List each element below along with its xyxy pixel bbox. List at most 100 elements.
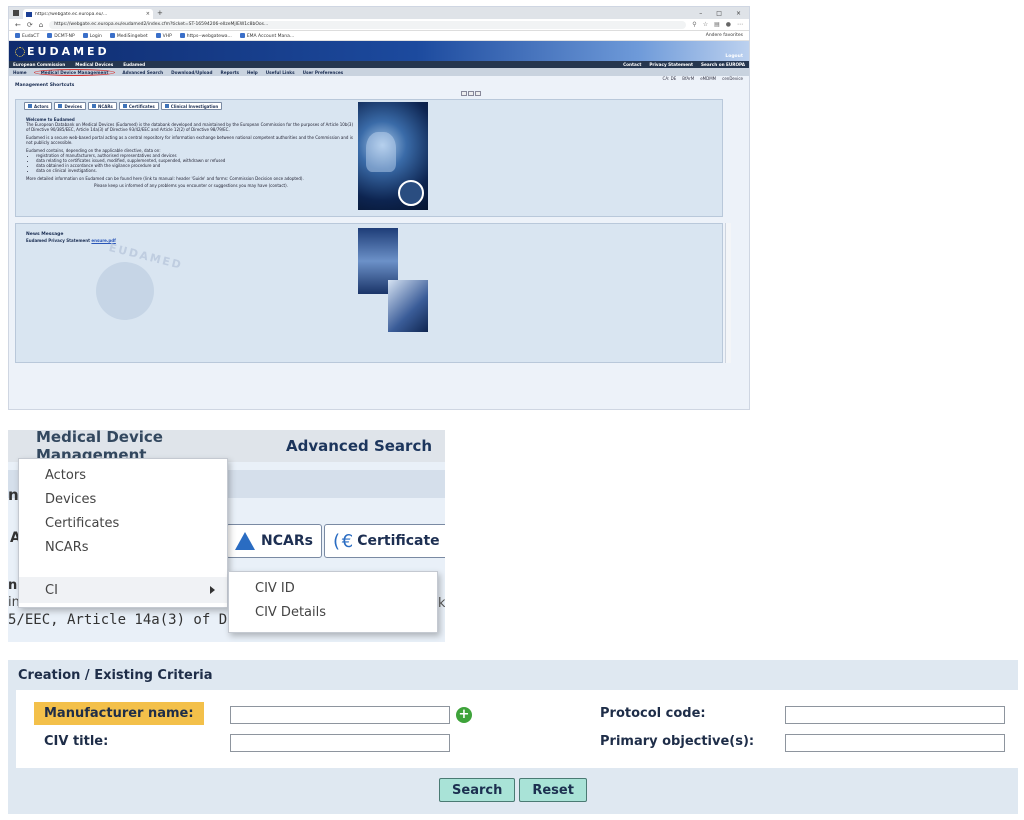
url-field[interactable]: https://webgate.ec.europa.eu/eudamed2/in… <box>49 20 687 29</box>
menu-item-civ-details[interactable]: CIV Details <box>229 600 437 624</box>
search-button[interactable]: Search <box>439 778 516 802</box>
civ-title-input[interactable] <box>230 734 450 752</box>
eudamed-logo: EUDAMED <box>15 45 110 58</box>
window-controls: – □ × <box>699 10 749 17</box>
news-title: News Message <box>26 232 64 237</box>
print-icon[interactable] <box>461 91 467 96</box>
shortcut-ncars-button[interactable]: NCARs <box>87 102 117 110</box>
close-window-icon[interactable]: × <box>736 10 741 17</box>
privacy-link[interactable]: Privacy Statement <box>649 62 693 67</box>
export-icon[interactable] <box>468 91 474 96</box>
menu-european-commission[interactable]: European Commission <box>13 62 65 67</box>
window-menu-icon[interactable] <box>13 10 19 16</box>
welcome-bullets: registration of manufacturers, authorise… <box>26 153 356 173</box>
close-tab-icon[interactable]: × <box>146 11 150 17</box>
civ-title-label: CIV title: <box>44 734 109 749</box>
protocol-code-label: Protocol code: <box>600 706 706 721</box>
bookmark-item[interactable]: EudaCT <box>15 32 39 39</box>
menu-reports[interactable]: Reports <box>221 70 240 75</box>
shortcuts-title: Management Shortcuts <box>15 83 75 88</box>
news-scrollbar[interactable] <box>725 223 731 363</box>
shortcut-buttons: Actors Devices NCARs Certificates Clinic… <box>24 102 223 110</box>
home-icon[interactable]: ⌂ <box>39 21 43 29</box>
menu-medical-devices[interactable]: Medical Devices <box>75 62 113 67</box>
back-icon[interactable]: ← <box>15 21 21 29</box>
warning-icon <box>91 104 96 108</box>
bookmark-item[interactable]: EMA Account Mana... <box>239 32 294 39</box>
shortcut-certificates-button[interactable]: Certificates <box>118 102 159 110</box>
news-line: Eudamed Privacy Statement ensure.pdf <box>26 238 116 243</box>
menu-help[interactable]: Help <box>247 70 258 75</box>
bookmark-item[interactable]: Login <box>82 32 102 39</box>
disc-graphic <box>398 180 424 206</box>
zoom-icon[interactable]: ⚲ <box>692 21 696 28</box>
menu-advanced-search[interactable]: Advanced Search <box>268 437 432 455</box>
menu-item-civ-id[interactable]: CIV ID <box>229 576 437 600</box>
welcome-paragraph: Eudamed is a secure web-based portal act… <box>26 135 353 145</box>
magnifier-icon <box>164 104 169 108</box>
logout-link[interactable]: Logout <box>725 54 743 59</box>
manufacturer-name-label: Manufacturer name: <box>34 702 204 725</box>
menu-item-certificates[interactable]: Certificates <box>19 511 227 535</box>
globe-graphic <box>96 262 154 320</box>
favorite-star-icon[interactable]: ☆ <box>703 21 708 28</box>
menu-item-ncars[interactable]: NCARs <box>19 535 227 559</box>
submenu-arrow-icon <box>210 586 215 594</box>
eudamed-header: EUDAMED Logout <box>9 41 749 61</box>
shortcut-certificates-button[interactable]: ( € Certificate <box>324 524 445 558</box>
menu-home[interactable]: Home <box>13 70 27 75</box>
news-image <box>358 228 430 334</box>
hand-graphic <box>366 132 396 172</box>
menu-user-preferences[interactable]: User Preferences <box>303 70 344 75</box>
protocol-code-input[interactable] <box>785 706 1005 724</box>
menu-item-actors[interactable]: Actors <box>19 463 227 487</box>
search-europa-link[interactable]: Search on EUROPA <box>701 62 745 67</box>
bookmark-item[interactable]: MediSingebet <box>109 32 148 39</box>
bookmark-item[interactable]: VHP <box>155 32 172 39</box>
browser-tab[interactable]: https://webgate.ec.europa.eu/... × <box>23 9 153 19</box>
bookmarks-bar: EudaCT DCMT-NP Login MediSingebet VHP ht… <box>9 31 749 41</box>
bookmark-item[interactable]: DCMT-NP <box>47 32 75 39</box>
shortcut-clinical-button[interactable]: Clinical Investigation <box>160 102 223 110</box>
menu-item-ci[interactable]: CI <box>19 577 227 603</box>
menu-download-upload[interactable]: Download/Upload <box>171 70 212 75</box>
bookmark-icon <box>82 32 88 38</box>
bookmark-icon <box>239 32 245 38</box>
collections-icon[interactable]: ▤ <box>714 21 720 28</box>
welcome-text: Welcome to Eudamed The European Databank… <box>26 117 356 188</box>
shortcut-ncars-button[interactable]: NCARs <box>226 524 322 558</box>
more-menu-icon[interactable]: ⋯ <box>737 21 743 28</box>
menu-item-devices[interactable]: Devices <box>19 487 227 511</box>
other-favorites[interactable]: Andere favorites <box>706 33 743 38</box>
shortcut-actors-button[interactable]: Actors <box>24 102 53 110</box>
manufacturer-name-input[interactable] <box>230 706 450 724</box>
address-bar: ← ⟳ ⌂ https://webgate.ec.europa.eu/eudam… <box>9 19 749 31</box>
minimize-icon[interactable]: – <box>699 10 702 17</box>
button-label: Certificate <box>357 533 440 549</box>
warning-icon <box>235 532 255 550</box>
eu-stars-icon <box>15 46 25 57</box>
bookmark-item[interactable]: https--webgatewa... <box>179 32 232 39</box>
welcome-image <box>358 102 428 210</box>
primary-objective-input[interactable] <box>785 734 1005 752</box>
profile-icon[interactable]: ● <box>726 21 731 28</box>
ce-mark-icon <box>122 104 127 108</box>
context-item: BfArM <box>682 76 695 81</box>
maximize-icon[interactable]: □ <box>716 10 722 17</box>
tab-title: https://webgate.ec.europa.eu/... <box>35 11 108 17</box>
menu-advanced-search[interactable]: Advanced Search <box>122 70 163 75</box>
menu-useful-links[interactable]: Useful Links <box>266 70 295 75</box>
menu-eudamed[interactable]: Eudamed <box>123 62 145 67</box>
ci-submenu: CIV ID CIV Details <box>228 571 438 633</box>
mdm-dropdown-menu: Actors Devices Certificates NCARs CI <box>18 458 228 608</box>
new-tab-icon[interactable]: + <box>157 9 163 17</box>
contact-link[interactable]: Contact <box>623 62 641 67</box>
menu-medical-device-management[interactable]: Medical Device Management <box>33 68 116 76</box>
reset-button[interactable]: Reset <box>519 778 587 802</box>
shortcut-devices-button[interactable]: Devices <box>54 102 86 110</box>
menu-zoom-panel: Medical Device Management Advanced Searc… <box>8 430 445 642</box>
help-icon[interactable] <box>475 91 481 96</box>
actors-icon <box>28 104 32 108</box>
add-manufacturer-icon[interactable]: + <box>456 707 472 723</box>
reload-icon[interactable]: ⟳ <box>27 21 33 29</box>
